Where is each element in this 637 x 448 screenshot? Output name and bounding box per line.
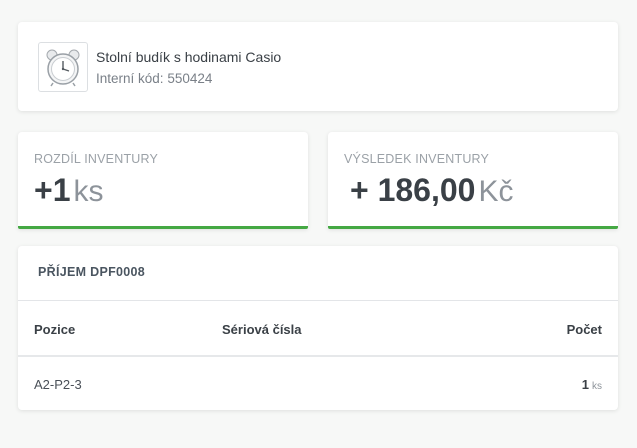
inventory-difference-number: +1 — [34, 172, 71, 208]
inventory-difference-value: +1 ks — [34, 172, 103, 209]
column-header-quantity[interactable]: Počet — [567, 322, 602, 337]
row-quantity: 1 ks — [582, 377, 602, 392]
product-thumbnail[interactable] — [38, 42, 88, 92]
alarm-clock-icon — [46, 49, 80, 87]
inventory-result-unit: Kč — [478, 175, 514, 208]
product-card: Stolní budík s hodinami Casio Interní kó… — [18, 22, 618, 111]
row-quantity-unit: ks — [592, 381, 602, 392]
divider — [18, 300, 618, 301]
divider — [18, 355, 618, 357]
inventory-result-number: + 186,00 — [350, 172, 476, 208]
internal-code-value: 550424 — [167, 71, 213, 86]
inventory-difference-label: ROZDÍL INVENTURY — [34, 152, 159, 166]
inventory-result-label: VÝSLEDEK INVENTURY — [344, 152, 490, 166]
product-internal-code: Interní kód: 550424 — [96, 71, 212, 86]
row-quantity-value: 1 — [581, 377, 589, 392]
column-header-position[interactable]: Pozice — [34, 322, 75, 337]
row-position: A2-P2-3 — [34, 377, 82, 392]
inventory-difference-card: ROZDÍL INVENTURY +1 ks — [18, 132, 308, 229]
inventory-difference-unit: ks — [73, 175, 104, 208]
receipt-card: PŘÍJEM DPF0008 Pozice Sériová čísla Poče… — [18, 246, 618, 410]
receipt-title: PŘÍJEM DPF0008 — [38, 265, 146, 279]
product-name: Stolní budík s hodinami Casio — [96, 49, 282, 65]
inventory-result-card: VÝSLEDEK INVENTURY + 186,00 Kč — [328, 132, 618, 229]
column-header-serials[interactable]: Sériová čísla — [222, 322, 302, 337]
internal-code-label: Interní kód: — [96, 71, 164, 86]
inventory-result-value: + 186,00 Kč — [350, 172, 513, 209]
